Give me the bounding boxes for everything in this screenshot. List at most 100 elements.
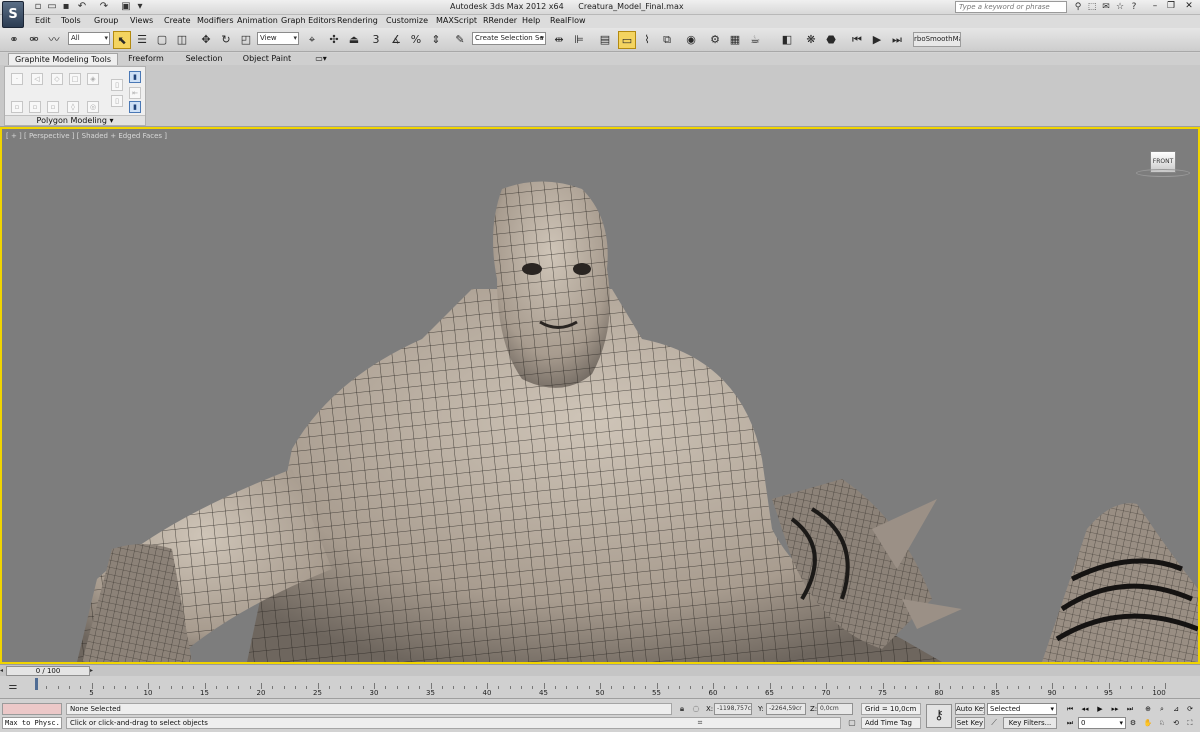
next-frame-icon[interactable]: ▸▸: [1109, 703, 1121, 715]
menu-help[interactable]: Help: [522, 16, 540, 25]
toggle-command-panel-icon[interactable]: ▯: [111, 95, 123, 107]
zoom-icon[interactable]: ⌕: [1156, 703, 1168, 715]
angle-snap-icon[interactable]: ∡: [387, 31, 405, 49]
ignore-backfacing-icon[interactable]: ◎: [87, 101, 99, 113]
polygon-modeling-label[interactable]: Polygon Modeling ▾: [5, 115, 145, 125]
menu-rrender[interactable]: RRender: [483, 16, 517, 25]
walk-through-icon[interactable]: ♘: [1156, 717, 1168, 729]
open-file-icon[interactable]: ▭: [46, 1, 58, 13]
use-soft-selection-icon[interactable]: ◊: [67, 101, 79, 113]
vertex-mode-icon[interactable]: ·: [11, 73, 23, 85]
graphite-ribbon-toggle-icon[interactable]: ▭: [618, 31, 636, 49]
add-time-tag-button[interactable]: Add Time Tag: [861, 717, 921, 729]
unlink-icon[interactable]: ⚮: [25, 31, 43, 49]
menu-rendering[interactable]: Rendering: [337, 16, 378, 25]
orbit-icon[interactable]: ⟳: [1184, 703, 1196, 715]
tab-graphite-modeling-tools[interactable]: Graphite Modeling Tools: [8, 53, 118, 65]
menu-animation[interactable]: Animation: [237, 16, 278, 25]
absolute-mode-icon[interactable]: ⌗: [694, 717, 706, 729]
tab-object-paint[interactable]: Object Paint: [238, 53, 296, 65]
undo-icon[interactable]: ↶: [76, 1, 88, 13]
z-coord-field[interactable]: 0,0cm: [817, 703, 853, 715]
curve-editor-icon[interactable]: ⌇: [638, 31, 656, 49]
subscription-icon[interactable]: ⬚: [1086, 1, 1098, 13]
realflow-play-icon[interactable]: ▶: [868, 31, 886, 49]
select-rotate-icon[interactable]: ↻: [217, 31, 235, 49]
rendered-frame-window-icon[interactable]: ▦: [726, 31, 744, 49]
realflow-scene-icon[interactable]: ◧: [778, 31, 796, 49]
pin-stack-icon[interactable]: ▮: [129, 101, 141, 113]
tab-selection[interactable]: Selection: [176, 53, 232, 65]
time-slider[interactable]: ◂ 0 / 100 ▸: [0, 664, 1200, 676]
goto-end-icon[interactable]: ⏭: [1124, 703, 1136, 715]
menu-create[interactable]: Create: [164, 16, 191, 25]
app-menu-button[interactable]: S: [2, 1, 24, 28]
edge-mode-icon[interactable]: ◁: [31, 73, 43, 85]
field-of-view-icon[interactable]: ⊿: [1170, 703, 1182, 715]
close-icon[interactable]: ✕: [1182, 0, 1196, 13]
menu-edit[interactable]: Edit: [35, 16, 51, 25]
link-icon[interactable]: ⚭: [5, 31, 23, 49]
time-slider-thumb[interactable]: 0 / 100: [6, 666, 90, 676]
selection-lock-icon[interactable]: 🔒︎: [676, 703, 688, 715]
maxscript-listener-output[interactable]: [2, 703, 62, 715]
restore-icon[interactable]: ❐: [1164, 0, 1178, 13]
play-icon[interactable]: ▶: [1094, 703, 1106, 715]
communication-center-icon[interactable]: ✉: [1100, 1, 1112, 13]
window-crossing-icon[interactable]: ◫: [173, 31, 191, 49]
modify-mode-icon[interactable]: ▫: [47, 101, 59, 113]
realflow-emitter-icon[interactable]: ❋: [802, 31, 820, 49]
time-slider-next-icon[interactable]: ▸: [90, 666, 98, 676]
reference-coordinate-dropdown[interactable]: View: [257, 32, 299, 45]
pivot-center-icon[interactable]: ⌖: [303, 31, 321, 49]
menu-tools[interactable]: Tools: [61, 16, 81, 25]
maxscript-listener-input[interactable]: Max to Physc.: [2, 717, 62, 729]
track-bar-ruler[interactable]: 5 10 15 20 25 30 35 40 45 50 55 60 65 70 75 80 85 90 95 100: [35, 678, 1166, 697]
set-key-button[interactable]: Set Key: [955, 717, 985, 729]
key-selection-dropdown[interactable]: Selected: [987, 703, 1057, 715]
tab-freeform[interactable]: Freeform: [120, 53, 172, 65]
maximize-viewport-icon[interactable]: ⛶: [1184, 717, 1196, 729]
new-file-icon[interactable]: ▫: [32, 1, 44, 13]
project-folder-icon[interactable]: ▣: [120, 1, 132, 13]
realflow-goto-end-icon[interactable]: ⏭: [888, 31, 906, 49]
mirror-icon[interactable]: ⇹: [550, 31, 568, 49]
turbosmooth-button[interactable]: rboSmoothMa: [913, 32, 961, 47]
time-configuration-icon[interactable]: ⚙: [1127, 717, 1139, 729]
rectangular-selection-icon[interactable]: ▢: [153, 31, 171, 49]
x-coord-field[interactable]: -1198,757c: [714, 703, 752, 715]
ribbon-options-icon[interactable]: ▭▾: [312, 53, 330, 65]
key-filters-button[interactable]: Key Filters...: [1003, 717, 1057, 729]
isolate-selection-icon[interactable]: ◌: [690, 703, 702, 715]
viewcube-compass-ring[interactable]: [1136, 169, 1190, 177]
set-keys-icon[interactable]: ⚷: [926, 704, 952, 728]
quick-access-dropdown-icon[interactable]: ▾: [134, 1, 146, 13]
show-end-result-icon[interactable]: ▮: [129, 71, 141, 83]
select-scale-icon[interactable]: ◰: [237, 31, 255, 49]
previous-modifier-icon[interactable]: ▯: [111, 79, 123, 91]
help-icon[interactable]: ?: [1128, 1, 1140, 13]
named-selection-sets-dropdown[interactable]: Create Selection Se: [472, 32, 546, 45]
menu-realflow[interactable]: RealFlow: [550, 16, 586, 25]
menu-graph-editors[interactable]: Graph Editors: [281, 16, 336, 25]
realflow-mesh-icon[interactable]: ⬣: [822, 31, 840, 49]
snaps-toggle-icon[interactable]: 3: [367, 31, 385, 49]
bind-space-warp-icon[interactable]: 〰: [45, 31, 63, 49]
zoom-extents-all-icon[interactable]: ⊕: [1142, 703, 1154, 715]
keyboard-shortcut-override-icon[interactable]: ⏏: [345, 31, 363, 49]
menu-group[interactable]: Group: [94, 16, 118, 25]
element-mode-icon[interactable]: ◈: [87, 73, 99, 85]
current-frame-field[interactable]: 0: [1078, 717, 1126, 729]
current-frame-marker[interactable]: [35, 678, 38, 690]
material-editor-icon[interactable]: ◉: [682, 31, 700, 49]
y-coord-field[interactable]: -2264,59cr: [766, 703, 806, 715]
preserve-uvs-icon[interactable]: ▫: [11, 101, 23, 113]
select-manipulate-icon[interactable]: ✣: [325, 31, 343, 49]
help-search-input[interactable]: Type a keyword or phrase: [955, 1, 1067, 13]
selection-filter-dropdown[interactable]: All: [68, 32, 110, 45]
render-setup-icon[interactable]: ⚙: [706, 31, 724, 49]
spinner-snap-icon[interactable]: ⇕: [427, 31, 445, 49]
goto-start-icon[interactable]: ⏮: [1064, 703, 1076, 715]
polygon-mode-icon[interactable]: □: [69, 73, 81, 85]
arc-rotate-icon[interactable]: ⟲: [1170, 717, 1182, 729]
